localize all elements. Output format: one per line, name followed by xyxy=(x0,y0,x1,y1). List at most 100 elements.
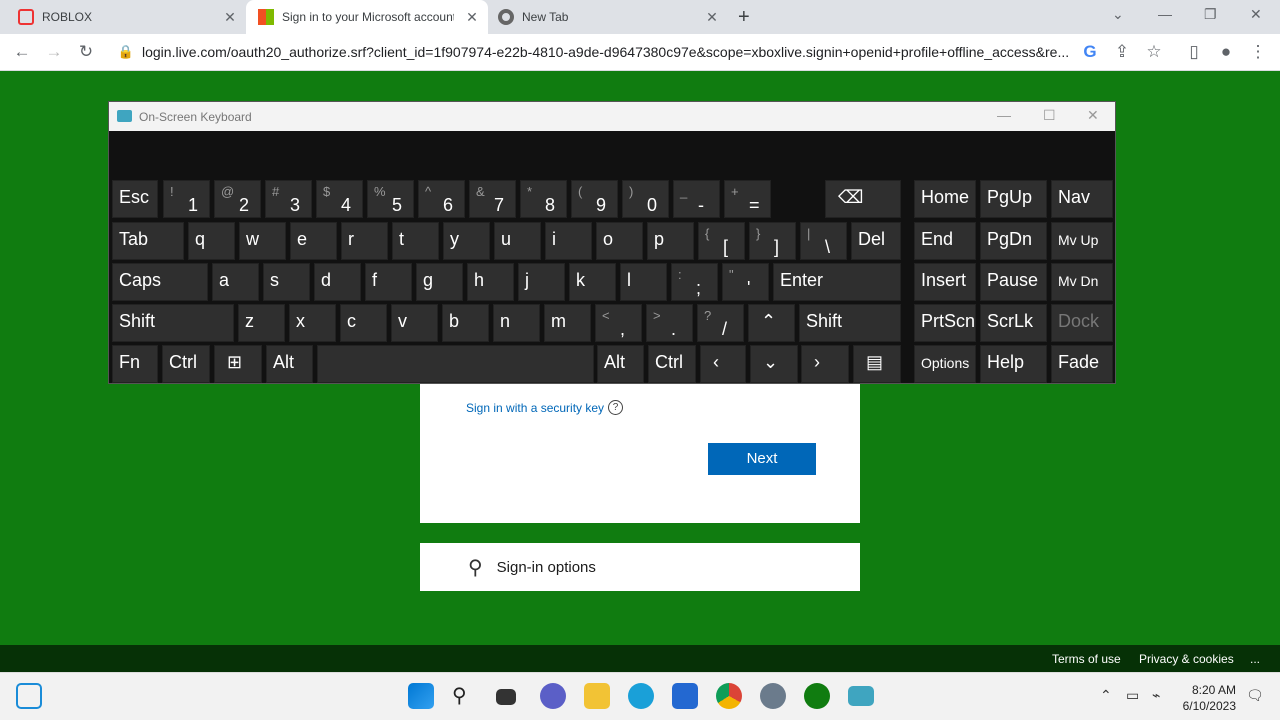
osk-key-5[interactable]: % 5 xyxy=(367,180,414,218)
osk-key-j[interactable]: j xyxy=(518,263,565,301)
osk-key-pgdn[interactable]: PgDn xyxy=(980,222,1047,260)
osk-key-dock[interactable]: Dock xyxy=(1051,304,1113,342)
osk-key-o[interactable]: o xyxy=(596,222,643,260)
close-tab-icon[interactable]: ✕ xyxy=(222,9,238,26)
terms-link[interactable]: Terms of use xyxy=(1052,652,1121,666)
share-icon[interactable]: ⇪ xyxy=(1112,42,1132,62)
osk-key-win[interactable]: ⊞ xyxy=(214,345,262,383)
osk-key-i[interactable]: i xyxy=(545,222,592,260)
side-panel-icon[interactable]: ▯ xyxy=(1184,42,1204,62)
osk-key-11[interactable]: _ - xyxy=(673,180,720,218)
osk-key-p[interactable]: p xyxy=(647,222,694,260)
osk-key-a[interactable]: a xyxy=(212,263,259,301)
menu-icon[interactable]: ⋮ xyxy=(1248,42,1268,62)
osk-key-9[interactable]: (9 xyxy=(571,180,618,218)
start-icon[interactable] xyxy=(408,683,434,709)
osk-key-t[interactable]: t xyxy=(392,222,439,260)
osk-key-esc[interactable]: Esc xyxy=(112,180,158,218)
osk-key-shift-right[interactable]: Shift xyxy=(799,304,901,342)
osk-key-6[interactable]: ^ 6 xyxy=(418,180,465,218)
osk-key-bracket-right[interactable]: }] xyxy=(749,222,796,260)
osk-key-insert[interactable]: Insert xyxy=(914,263,976,301)
security-key-link[interactable]: Sign in with a security key ? xyxy=(466,400,624,415)
clock[interactable]: 8:20 AM 6/10/2023 xyxy=(1180,682,1236,714)
osk-key-shift-left[interactable]: Shift xyxy=(112,304,234,342)
osk-key-f[interactable]: f xyxy=(365,263,412,301)
osk-key-alt-right[interactable]: Alt xyxy=(597,345,644,383)
osk-key-comma[interactable]: <, xyxy=(595,304,642,342)
osk-key-g[interactable]: g xyxy=(416,263,463,301)
osk-key-12[interactable]: + = xyxy=(724,180,771,218)
forward-icon[interactable]: → xyxy=(44,42,64,62)
widgets-icon[interactable] xyxy=(16,683,42,709)
osk-key-enter[interactable]: Enter xyxy=(773,263,901,301)
osk-key-pause[interactable]: Pause xyxy=(980,263,1047,301)
chrome-taskbar-icon[interactable] xyxy=(716,683,742,709)
notifications-icon[interactable]: 🗨 xyxy=(1246,687,1264,704)
osk-key-mv-up[interactable]: Mv Up xyxy=(1051,222,1113,260)
help-icon[interactable]: ? xyxy=(608,400,624,415)
osk-key-backslash[interactable]: | \ xyxy=(800,222,847,260)
osk-key-space[interactable] xyxy=(317,345,594,383)
close-tab-icon[interactable]: ✕ xyxy=(704,9,720,26)
osk-key-4[interactable]: $4 xyxy=(316,180,363,218)
osk-key-alt-left[interactable]: Alt xyxy=(266,345,313,383)
tab-microsoft-signin[interactable]: Sign in to your Microsoft account ✕ xyxy=(246,0,488,34)
osk-key-period[interactable]: >. xyxy=(646,304,693,342)
osk-key-slash[interactable]: ? / xyxy=(697,304,744,342)
osk-key-b[interactable]: b xyxy=(442,304,489,342)
settings-icon[interactable] xyxy=(760,683,786,709)
osk-key-left[interactable]: ‹ xyxy=(700,345,746,383)
osk-key-pgup[interactable]: PgUp xyxy=(980,180,1047,218)
osk-key-10[interactable]: ) 0 xyxy=(622,180,669,218)
osk-key-7[interactable]: & 7 xyxy=(469,180,516,218)
signin-options-button[interactable]: ⚲ Sign-in options xyxy=(420,543,860,591)
osk-key-help[interactable]: Help xyxy=(980,345,1047,383)
osk-key-home[interactable]: Home xyxy=(914,180,976,218)
tab-roblox[interactable]: ROBLOX ✕ xyxy=(0,0,246,34)
osk-key-d[interactable]: d xyxy=(314,263,361,301)
osk-key-k[interactable]: k xyxy=(569,263,616,301)
osk-key-fn[interactable]: Fn xyxy=(112,345,158,383)
osk-key-tab[interactable]: Tab xyxy=(112,222,184,260)
osk-key-l[interactable]: l xyxy=(620,263,667,301)
osk-minimize-button[interactable]: — xyxy=(997,107,1011,123)
osk-key-nav[interactable]: Nav xyxy=(1051,180,1113,218)
osk-key-1[interactable]: ! 1 xyxy=(163,180,210,218)
network-icon[interactable]: ⌁ xyxy=(1152,687,1160,704)
osk-key-c[interactable]: c xyxy=(340,304,387,342)
next-button[interactable]: Next xyxy=(708,443,816,475)
display-icon[interactable]: ▭ xyxy=(1126,687,1139,704)
osk-key-x[interactable]: x xyxy=(289,304,336,342)
osk-key-u[interactable]: u xyxy=(494,222,541,260)
osk-key-8[interactable]: * 8 xyxy=(520,180,567,218)
osk-key-q[interactable]: q xyxy=(188,222,235,260)
osk-key-ctrl-right[interactable]: Ctrl xyxy=(648,345,696,383)
privacy-link[interactable]: Privacy & cookies xyxy=(1139,652,1234,666)
close-tab-icon[interactable]: ✕ xyxy=(464,9,480,26)
edge-icon[interactable] xyxy=(628,683,654,709)
google-icon[interactable]: G xyxy=(1080,42,1100,62)
osk-key-end[interactable]: End xyxy=(914,222,976,260)
osk-key-menu[interactable]: ▤ xyxy=(853,345,901,383)
osk-close-button[interactable]: ✕ xyxy=(1087,107,1099,124)
search-icon[interactable]: ⚲ xyxy=(452,683,478,709)
address-bar[interactable]: login.live.com/oauth20_authorize.srf?cli… xyxy=(142,44,1077,60)
chat-icon[interactable] xyxy=(540,683,566,709)
osk-key-prtscn[interactable]: PrtScn xyxy=(914,304,976,342)
osk-taskbar-icon[interactable] xyxy=(848,686,874,706)
osk-key-s[interactable]: s xyxy=(263,263,310,301)
osk-key-options[interactable]: Options xyxy=(914,345,976,383)
file-explorer-icon[interactable] xyxy=(584,683,610,709)
task-view-icon[interactable] xyxy=(496,689,516,705)
osk-key-down[interactable]: ⌄ xyxy=(750,345,798,383)
tab-new-tab[interactable]: New Tab ✕ xyxy=(488,0,728,34)
more-options-link[interactable]: ... xyxy=(1250,652,1260,666)
osk-key-n[interactable]: n xyxy=(493,304,540,342)
osk-key-y[interactable]: y xyxy=(443,222,490,260)
osk-key-backspace[interactable]: ⌫ xyxy=(825,180,901,218)
osk-key-3[interactable]: #3 xyxy=(265,180,312,218)
chevron-up-icon[interactable]: ⌃ xyxy=(1100,687,1112,704)
osk-key-2[interactable]: @2 xyxy=(214,180,261,218)
osk-key-scrlk[interactable]: ScrLk xyxy=(980,304,1047,342)
